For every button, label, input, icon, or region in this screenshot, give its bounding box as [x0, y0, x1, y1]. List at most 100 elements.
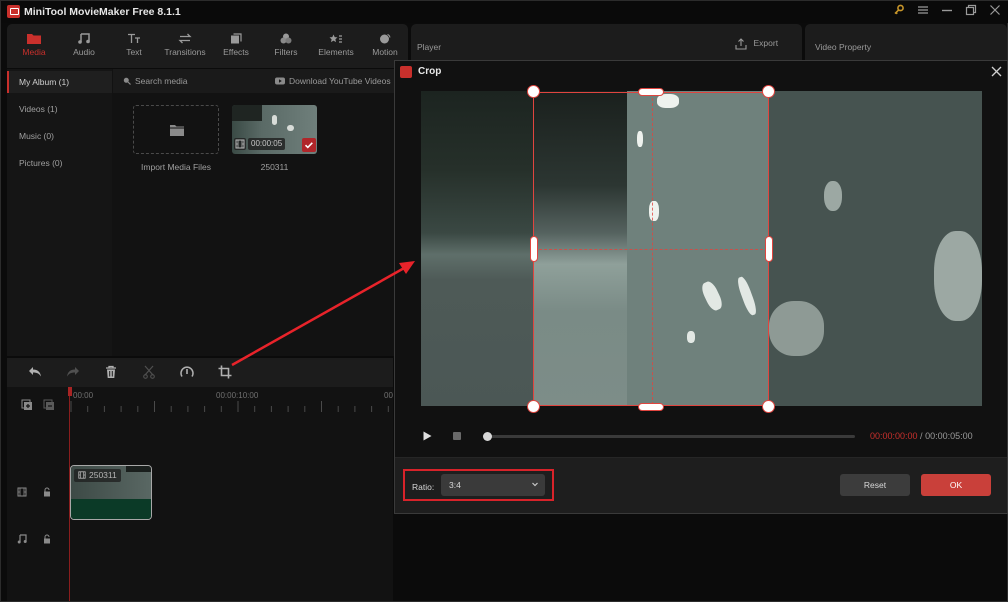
- crop-handle-left[interactable]: [530, 236, 538, 262]
- time-display: 00:00:00:00 / 00:00:05:00: [870, 431, 973, 441]
- remove-track-icon[interactable]: [43, 399, 55, 411]
- tab-text[interactable]: Text: [111, 24, 157, 68]
- lock-icon[interactable]: [43, 534, 51, 544]
- timeline-video-clip[interactable]: 250311: [70, 465, 152, 520]
- key-icon[interactable]: [890, 4, 908, 20]
- timeline-toolbar: [7, 358, 393, 387]
- minimize-icon[interactable]: [938, 4, 956, 20]
- undo-button[interactable]: [27, 364, 43, 380]
- thumb-dark-region: [126, 466, 151, 472]
- export-icon: [735, 38, 747, 50]
- app-window: MiniTool MovieMaker Free 8.1.1 Media Aud…: [0, 0, 1008, 602]
- video-highlight: [824, 181, 842, 211]
- close-icon: [991, 66, 1001, 77]
- search-media-placeholder: Search media: [135, 76, 188, 86]
- menu-icon[interactable]: [914, 4, 932, 20]
- tab-transitions-label: Transitions: [164, 47, 206, 57]
- crop-icon: [218, 365, 232, 379]
- elements-icon: [329, 34, 342, 43]
- effects-icon: [231, 33, 242, 44]
- download-youtube-button[interactable]: Download YouTube Videos: [275, 76, 391, 86]
- clip-duration: 00:00:05: [248, 138, 286, 150]
- reset-button[interactable]: Reset: [840, 474, 910, 496]
- crop-dialog-footer: Ratio: 3:4 Reset OK: [395, 457, 1007, 513]
- import-media-button[interactable]: [133, 105, 219, 154]
- crop-close-button[interactable]: [988, 64, 1004, 80]
- media-clip-thumbnail[interactable]: 00:00:05: [232, 105, 317, 154]
- video-region-left: [421, 91, 533, 406]
- video-property-label: Video Property: [815, 42, 872, 52]
- play-button[interactable]: [421, 430, 433, 442]
- chevron-down-icon: [532, 482, 538, 487]
- crop-handle-top-left[interactable]: [527, 85, 540, 98]
- tab-filters-label: Filters: [274, 47, 298, 57]
- sidebar-item-music[interactable]: Music (0): [7, 125, 112, 147]
- media-clip-name: 250311: [260, 162, 289, 172]
- export-button[interactable]: Export: [735, 38, 778, 54]
- import-media-label: Import Media Files: [141, 162, 211, 172]
- player-label: Player: [417, 42, 442, 52]
- tab-text-label: Text: [126, 47, 142, 57]
- clip-audio-strip: [71, 499, 151, 519]
- current-time: 00:00:00:00: [870, 431, 918, 441]
- media-sidebar: My Album (1) Videos (1) Music (0) Pictur…: [7, 69, 112, 356]
- thumb-dark-region: [232, 105, 262, 121]
- time-separator: /: [917, 431, 926, 441]
- stop-button[interactable]: [453, 432, 461, 440]
- tab-motion-label: Motion: [372, 47, 398, 57]
- tab-media[interactable]: Media: [11, 24, 57, 68]
- redo-button[interactable]: [65, 364, 81, 380]
- lock-icon[interactable]: [43, 487, 51, 497]
- video-highlight: [934, 231, 982, 321]
- crop-handle-top-right[interactable]: [762, 85, 775, 98]
- filters-icon: [280, 33, 292, 44]
- add-track-icon[interactable]: [21, 399, 33, 411]
- track-header-column: [7, 387, 69, 601]
- media-topbar: Search media Download YouTube Videos: [113, 69, 408, 93]
- youtube-icon: [275, 77, 285, 85]
- ok-button[interactable]: OK: [921, 474, 991, 496]
- sidebar-item-videos[interactable]: Videos (1): [7, 98, 112, 120]
- app-logo-icon: [400, 66, 412, 78]
- video-region-right: [769, 91, 982, 406]
- crop-handle-bottom-left[interactable]: [527, 400, 540, 413]
- redo-icon: [67, 367, 79, 377]
- app-title: MiniTool MovieMaker Free 8.1.1: [24, 6, 181, 18]
- crop-handle-bottom[interactable]: [638, 403, 664, 411]
- tab-audio[interactable]: Audio: [61, 24, 107, 68]
- close-icon[interactable]: [986, 4, 1004, 20]
- playhead[interactable]: [69, 387, 70, 601]
- crop-button[interactable]: [217, 364, 233, 380]
- playhead-handle[interactable]: [68, 387, 72, 396]
- tab-effects[interactable]: Effects: [213, 24, 259, 68]
- crop-handle-right[interactable]: [765, 236, 773, 262]
- thumb-highlight: [272, 115, 277, 125]
- video-track-icon: [17, 487, 27, 497]
- restore-icon[interactable]: [962, 4, 980, 20]
- audio-track-icon: [17, 534, 27, 544]
- film-icon: [234, 138, 246, 150]
- crop-dialog-titlebar: Crop: [395, 61, 1007, 83]
- split-button[interactable]: [141, 364, 157, 380]
- video-highlight: [769, 301, 824, 356]
- speed-button[interactable]: [179, 364, 195, 380]
- seek-bar[interactable]: [485, 435, 855, 438]
- timeline-ruler[interactable]: 00:00 00:00:10:00 00: [69, 387, 393, 413]
- search-media-input[interactable]: Search media: [123, 76, 187, 86]
- ruler-ticks: [70, 401, 389, 412]
- ratio-dropdown[interactable]: 3:4: [441, 474, 545, 496]
- crop-selection-rect[interactable]: [533, 92, 769, 406]
- media-library-panel: My Album (1) Videos (1) Music (0) Pictur…: [7, 69, 408, 356]
- crop-handle-bottom-right[interactable]: [762, 400, 775, 413]
- search-icon: [123, 77, 131, 85]
- seek-handle[interactable]: [483, 432, 492, 441]
- crop-handle-top[interactable]: [638, 88, 664, 96]
- motion-icon: [380, 34, 391, 44]
- delete-button[interactable]: [103, 364, 119, 380]
- sidebar-item-my-album[interactable]: My Album (1): [7, 71, 112, 93]
- sidebar-item-pictures[interactable]: Pictures (0): [7, 152, 112, 174]
- tab-transitions[interactable]: Transitions: [159, 24, 211, 68]
- crop-dialog-title: Crop: [418, 66, 442, 77]
- tab-filters[interactable]: Filters: [263, 24, 309, 68]
- tab-elements[interactable]: Elements: [311, 24, 361, 68]
